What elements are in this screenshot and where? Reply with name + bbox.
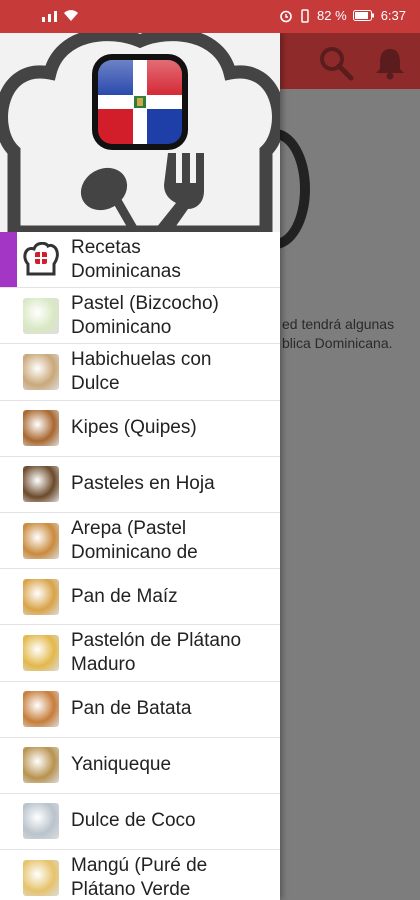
label-line: Habichuelas con: [71, 348, 212, 370]
pasteles-thumb-icon: [23, 466, 59, 503]
label-line: Pan de Maíz: [71, 585, 178, 607]
background-text-line: blica Dominicana.: [282, 335, 393, 351]
pan-maiz-thumb-icon: [23, 578, 59, 615]
kipes-thumb-icon: [23, 410, 59, 447]
label-line: Yaniqueque: [71, 754, 172, 776]
background-text: ed tendrá algunas blica Dominicana.: [282, 315, 394, 353]
pastelon-thumb-icon: [23, 634, 59, 671]
drawer-menu-item-label: Kipes (Quipes): [71, 416, 272, 440]
drawer-menu-item[interactable]: Habichuelas con Dulce: [0, 344, 280, 401]
drawer-menu-item-label: Pasteles en Hoja: [71, 472, 272, 496]
drawer-menu-item[interactable]: Kipes (Quipes): [0, 401, 280, 457]
label-line: Recetas: [71, 236, 141, 258]
label-line: Arepa (Pastel: [71, 517, 187, 539]
drawer-menu-item[interactable]: Yaniqueque: [0, 738, 280, 794]
cake-thumb-icon: [23, 297, 59, 334]
drawer-menu-item-label: Dulce de Coco: [71, 809, 272, 833]
label-line: Dulce: [71, 372, 120, 394]
arepa-thumb-icon: [23, 522, 59, 559]
alarm-icon: [280, 10, 292, 22]
flag: [98, 60, 182, 144]
drawer-menu-item[interactable]: Arepa (Pastel Dominicano de: [0, 513, 280, 570]
drawer-menu-item-label: Recetas Dominicanas: [71, 236, 272, 284]
search-icon[interactable]: [318, 45, 354, 81]
signal-bar-icon: [54, 11, 57, 22]
drawer-menu-item[interactable]: Mangú (Puré de Plátano Verde: [0, 850, 280, 900]
label-line: Plátano Verde: [71, 878, 191, 900]
coco-thumb-icon: [23, 803, 59, 840]
drawer-menu-item[interactable]: Pasteles en Hoja: [0, 457, 280, 513]
flag-graphic: [98, 60, 182, 144]
drawer-menu-item[interactable]: Pastel (Bizcocho) Dominicano: [0, 288, 280, 345]
label-line: Dominicano: [71, 316, 172, 338]
navigation-drawer: Recetas Dominicanas Pastel (Bizcocho) Domin…: [0, 33, 280, 900]
dominican-flag-icon: [92, 54, 188, 150]
drawer-menu-item-label: Habichuelas con Dulce: [71, 348, 272, 396]
signal-icons: [42, 9, 79, 22]
drawer-menu-item-label: Pan de Batata: [71, 697, 272, 721]
yaniqueque-thumb-icon: [23, 747, 59, 784]
mangu-thumb-icon: [23, 859, 59, 896]
label-line: Pasteles en Hoja: [71, 473, 215, 495]
label-line: Kipes (Quipes): [71, 417, 197, 439]
habichuelas-thumb-icon: [23, 353, 59, 390]
clock: 6:37: [380, 8, 406, 23]
wifi-icon: [64, 10, 78, 21]
notification-bell-icon[interactable]: [372, 45, 408, 81]
drawer-menu-item[interactable]: Pan de Maíz: [0, 569, 280, 626]
drawer-menu-item[interactable]: Pan de Batata: [0, 682, 280, 738]
label-line: Dulce de Coco: [71, 810, 196, 832]
drawer-menu-item-label: Pastelón de Plátano Maduro: [71, 629, 272, 677]
pan-batata-thumb-icon: [23, 691, 59, 728]
label-line: Pastel (Bizcocho): [71, 292, 219, 314]
label-line: Pan de Batata: [71, 698, 192, 720]
signal-bar-icon: [48, 14, 51, 22]
drawer-menu-item[interactable]: Dulce de Coco: [0, 794, 280, 851]
status-bar: 82 % 6:37: [0, 0, 420, 33]
drawer-menu: Recetas Dominicanas Pastel (Bizcocho) Domin…: [0, 232, 280, 900]
drawer-header: [0, 33, 280, 232]
label-line: Dominicano de: [71, 541, 198, 563]
battery-percent: 82 %: [317, 8, 347, 23]
drawer-menu-item-label: Pan de Maíz: [71, 585, 272, 609]
label-line: Dominicanas: [71, 260, 181, 282]
label-line: Maduro: [71, 653, 136, 675]
label-line: Pastelón de Plátano: [71, 629, 242, 651]
drawer-menu-item[interactable]: Recetas Dominicanas: [0, 232, 280, 289]
status-right: 82 % 6:37: [279, 8, 406, 23]
label-line: Mangú (Puré de: [71, 854, 208, 876]
background-text-line: ed tendrá algunas: [282, 316, 395, 332]
drawer-menu-item-label: Mangú (Puré de Plátano Verde: [71, 854, 272, 900]
signal-bar-icon: [42, 17, 45, 22]
battery-icon: [352, 10, 374, 21]
drawer-menu-item-label: Arepa (Pastel Dominicano de: [71, 517, 272, 565]
chef-hat-flag-icon: [23, 241, 59, 278]
drawer-menu-item-label: Pastel (Bizcocho) Dominicano: [71, 292, 272, 340]
vibrate-icon: [301, 8, 309, 23]
drawer-menu-item-label: Yaniqueque: [71, 753, 272, 777]
drawer-menu-item[interactable]: Pastelón de Plátano Maduro: [0, 625, 280, 682]
